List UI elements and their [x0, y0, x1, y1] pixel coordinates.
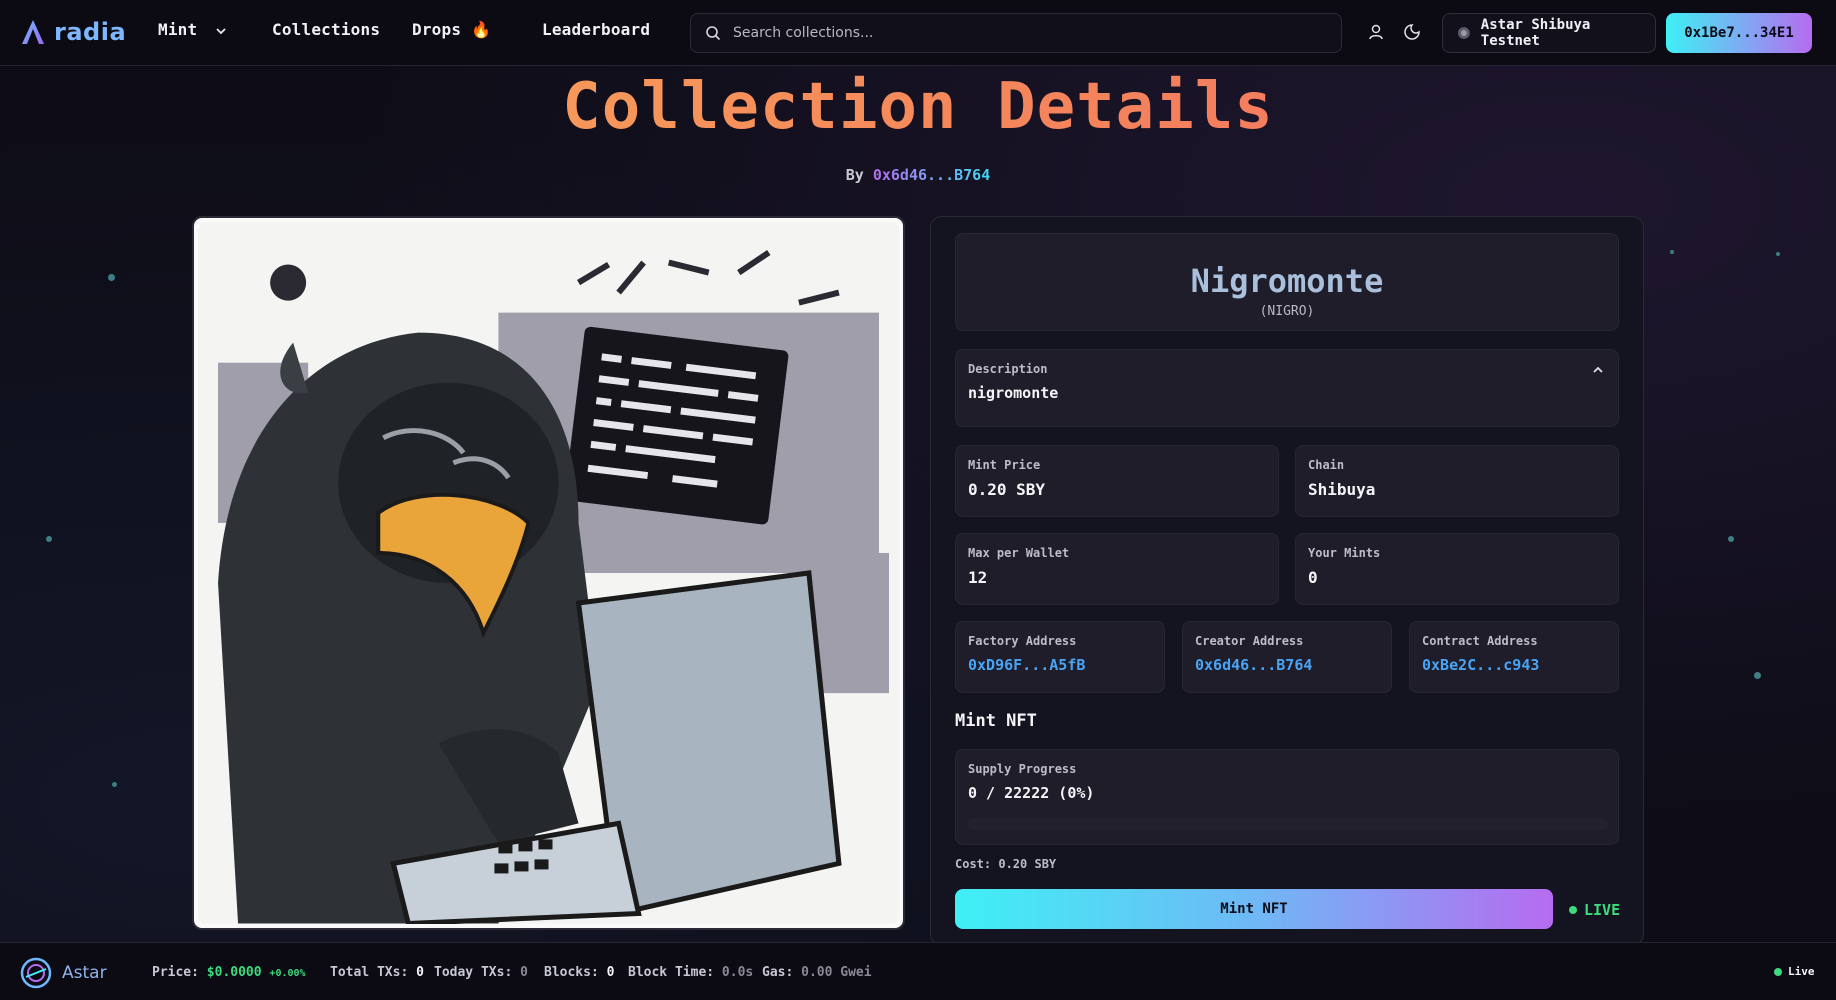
nft-artwork-image: [198, 222, 899, 924]
network-label: Astar Shibuya Testnet: [1480, 17, 1591, 49]
live-status-label: LIVE: [1584, 901, 1621, 919]
creator-byline: By 0x6d46...B764: [0, 166, 1836, 184]
logo-text: radia: [54, 18, 127, 46]
mint-nft-button[interactable]: Mint NFT: [955, 889, 1553, 929]
collection-header-card: Nigromonte (NIGRO): [955, 233, 1619, 331]
chain-value: Shibuya: [1308, 480, 1376, 499]
blocks-value: 0: [606, 965, 615, 980]
price-value: $0.0000: [206, 965, 262, 980]
today-txs-stat: Today TXs: 0: [434, 965, 528, 980]
background-star: [108, 274, 115, 281]
today-txs-label: Today TXs:: [434, 965, 513, 980]
block-time-stat: Block Time: 0.0s: [628, 965, 753, 980]
total-txs-label: Total TXs:: [330, 965, 409, 980]
block-time-value: 0.0s: [721, 965, 754, 980]
nft-image-card: [192, 216, 905, 930]
nav-mint-label: Mint: [158, 20, 198, 39]
mint-section-title: Mint NFT: [955, 711, 1037, 731]
background-star: [1728, 536, 1734, 542]
contract-address-link[interactable]: 0xBe2C...c943: [1422, 656, 1539, 674]
factory-address-label: Factory Address: [968, 634, 1077, 648]
nav-leaderboard[interactable]: Leaderboard: [542, 20, 650, 39]
background-star: [1670, 250, 1674, 254]
supply-progress-card: Supply Progress 0 / 22222 (0%): [955, 749, 1619, 845]
chain-label: Chain: [1308, 458, 1345, 472]
connection-status: Live: [1774, 965, 1815, 978]
total-txs-stat: Total TXs: 0: [330, 965, 424, 980]
supply-progress-bar: [968, 818, 1608, 830]
radia-logo-icon: [22, 20, 44, 44]
block-time-label: Block Time:: [628, 965, 715, 980]
total-txs-value: 0: [416, 965, 424, 980]
creator-address-card: Creator Address 0x6d46...B764: [1182, 621, 1392, 693]
gas-stat: Gas: 0.00 Gwei: [762, 965, 872, 980]
today-txs-value: 0: [520, 965, 528, 980]
chevron-down-icon: [216, 27, 226, 34]
supply-progress-label: Supply Progress: [968, 762, 1077, 776]
nav-mint-dropdown[interactable]: Mint: [158, 20, 227, 39]
nav-drops[interactable]: Drops 🔥: [412, 20, 491, 39]
user-profile-icon[interactable]: [1366, 22, 1386, 42]
background-star: [112, 782, 117, 787]
collection-details-panel: Nigromonte (NIGRO) Description nigromont…: [930, 216, 1644, 946]
collection-name: Nigromonte: [1190, 262, 1384, 300]
network-icon: [1457, 27, 1470, 39]
astar-logo-icon: [20, 957, 52, 989]
gas-label: Gas:: [762, 965, 794, 980]
price-label: Price:: [152, 965, 199, 980]
background-star: [1776, 252, 1780, 256]
description-value: nigromonte: [968, 384, 1059, 402]
supply-progress-value: 0 / 22222 (0%): [968, 784, 1095, 802]
mint-price-card: Mint Price 0.20 SBY: [955, 445, 1279, 517]
gas-value: 0.00 Gwei: [801, 965, 872, 980]
price-stat: Price: $0.0000 +0.00%: [152, 965, 306, 980]
live-dot-icon: [1569, 906, 1577, 914]
creator-address-link[interactable]: 0x6d46...B764: [1195, 656, 1312, 674]
connection-dot-icon: [1774, 967, 1782, 976]
mint-price-value: 0.20 SBY: [968, 480, 1046, 499]
theme-toggle-icon[interactable]: [1402, 22, 1422, 42]
search-bar: [690, 13, 1342, 53]
top-navbar: radia Mint Collections Drops 🔥 Leaderboa…: [0, 0, 1836, 66]
live-status-badge: LIVE: [1569, 901, 1620, 919]
creator-link[interactable]: 0x6d46...B764: [873, 166, 990, 184]
contract-address-label: Contract Address: [1422, 634, 1538, 648]
chain-card: Chain Shibuya: [1295, 445, 1619, 517]
max-per-wallet-value: 12: [968, 568, 988, 587]
blocks-label: Blocks:: [544, 965, 599, 980]
your-mints-label: Your Mints: [1308, 546, 1381, 560]
background-star: [1754, 672, 1761, 679]
search-input[interactable]: [733, 25, 1293, 41]
price-change: +0.00%: [269, 968, 306, 979]
chain-indicator: Astar: [20, 957, 107, 989]
factory-address-link[interactable]: 0xD96F...A5fB: [968, 656, 1085, 674]
chevron-up-icon[interactable]: [1592, 364, 1604, 376]
page-title: Collection Details: [0, 70, 1836, 144]
your-mints-value: 0: [1308, 568, 1318, 587]
logo[interactable]: radia: [20, 18, 126, 46]
mint-price-label: Mint Price: [968, 458, 1041, 472]
blocks-stat: Blocks: 0: [544, 965, 614, 980]
your-mints-card: Your Mints 0: [1295, 533, 1619, 605]
chain-name: Astar: [62, 963, 107, 983]
description-accordion[interactable]: Description nigromonte: [955, 349, 1619, 427]
contract-address-card: Contract Address 0xBe2C...c943: [1409, 621, 1619, 693]
max-per-wallet-card: Max per Wallet 12: [955, 533, 1279, 605]
search-icon: [706, 26, 721, 41]
network-selector-button[interactable]: Astar Shibuya Testnet: [1442, 13, 1656, 53]
network-status-bar: Astar Price: $0.0000 +0.00% Total TXs: 0…: [0, 942, 1836, 1000]
collection-symbol: (NIGRO): [1259, 304, 1315, 319]
mint-cost: Cost: 0.20 SBY: [955, 857, 1057, 871]
nav-collections[interactable]: Collections: [272, 20, 380, 39]
creator-address-label: Creator Address: [1195, 634, 1304, 648]
by-label: By: [845, 166, 864, 184]
background-star: [46, 536, 52, 542]
description-label: Description: [968, 362, 1048, 376]
factory-address-card: Factory Address 0xD96F...A5fB: [955, 621, 1165, 693]
connection-label: Live: [1788, 965, 1815, 978]
wallet-button[interactable]: 0x1Be7...34E1: [1666, 13, 1812, 53]
max-per-wallet-label: Max per Wallet: [968, 546, 1070, 560]
